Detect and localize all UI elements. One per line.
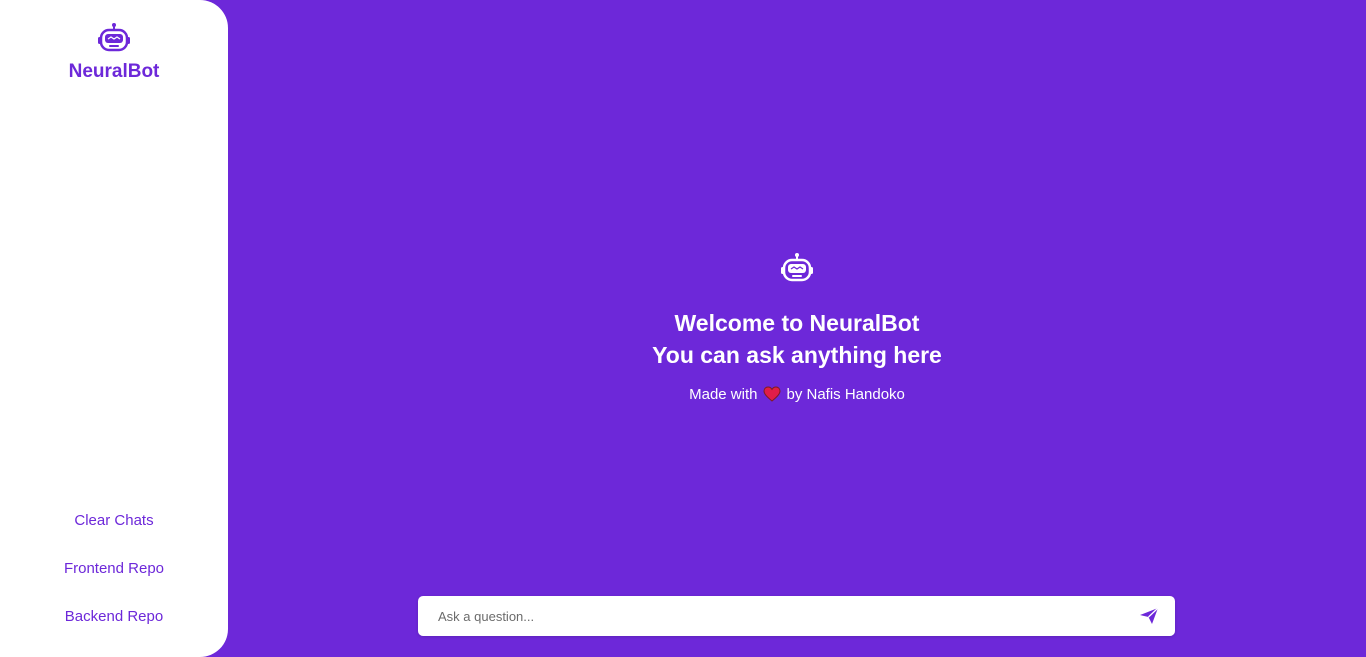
- welcome-line-1: Welcome to NeuralBot: [674, 310, 920, 336]
- backend-repo-link[interactable]: Backend Repo: [0, 604, 228, 630]
- heart-icon: [763, 386, 781, 402]
- credit-line: Made with by Nafis Handoko: [228, 385, 1366, 405]
- credit-prefix: Made with: [689, 386, 758, 403]
- welcome-title: Welcome to NeuralBot You can ask anythin…: [228, 307, 1366, 371]
- sidebar: NeuralBot Clear Chats Frontend Repo Back…: [0, 0, 228, 657]
- credit-suffix: by Nafis Handoko: [786, 386, 905, 403]
- welcome-panel: Welcome to NeuralBot You can ask anythin…: [228, 252, 1366, 405]
- frontend-repo-link[interactable]: Frontend Repo: [0, 556, 228, 582]
- welcome-line-2: You can ask anything here: [652, 342, 942, 368]
- brand-name: NeuralBot: [68, 61, 160, 82]
- robot-icon: [98, 23, 130, 52]
- robot-icon: [781, 253, 813, 282]
- brand: NeuralBot: [0, 22, 228, 83]
- sidebar-links: Clear Chats Frontend Repo Backend Repo: [0, 508, 228, 652]
- question-input[interactable]: [438, 596, 1118, 636]
- send-icon[interactable]: [1137, 606, 1161, 626]
- clear-chats-button[interactable]: Clear Chats: [0, 508, 228, 534]
- question-input-bar: [418, 596, 1175, 636]
